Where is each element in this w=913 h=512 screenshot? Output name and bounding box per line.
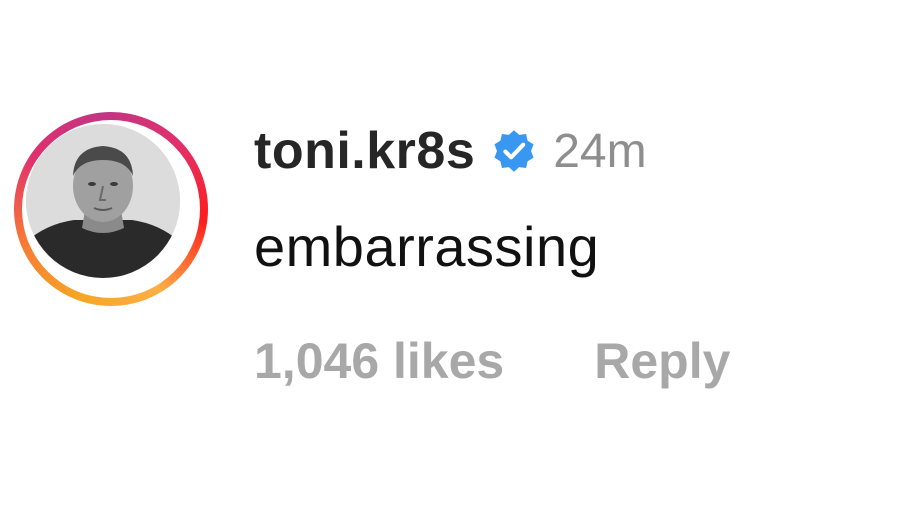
username-link[interactable]: toni.kr8s [254,121,475,181]
reply-button[interactable]: Reply [594,332,730,390]
story-ring[interactable] [14,112,208,306]
comment-text: embarrassing [254,215,600,278]
avatar[interactable] [26,124,180,278]
verified-badge-icon [494,130,534,172]
timestamp: 24m [553,124,647,178]
comment-actions: 1,046 likes Reply [254,332,730,390]
likes-count[interactable]: 1,046 likes [254,332,504,390]
comment-header: toni.kr8s 24m [254,116,647,186]
comment: toni.kr8s 24m embarrassing 1,046 likes R… [0,0,913,512]
avatar-photo [26,124,180,278]
